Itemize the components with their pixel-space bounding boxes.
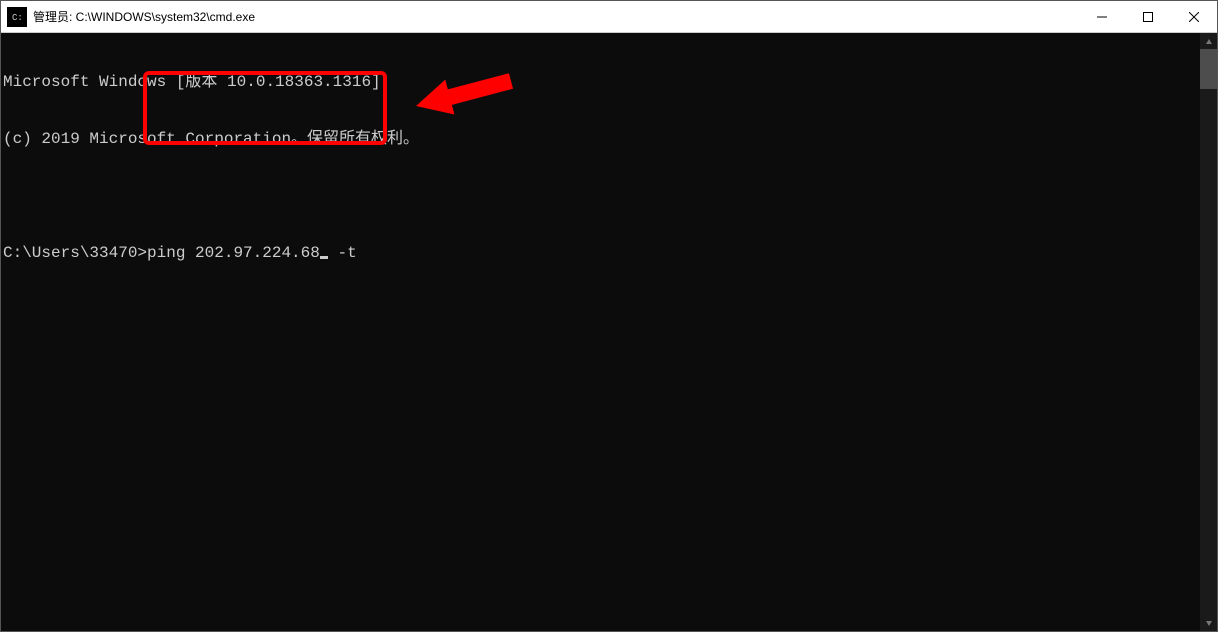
scroll-up-button[interactable] bbox=[1200, 33, 1217, 50]
terminal-area: Microsoft Windows [版本 10.0.18363.1316] (… bbox=[1, 33, 1217, 631]
version-line: Microsoft Windows [版本 10.0.18363.1316] bbox=[3, 73, 1200, 92]
minimize-button[interactable] bbox=[1079, 1, 1125, 32]
maximize-button[interactable] bbox=[1125, 1, 1171, 32]
titlebar[interactable]: C:\ 管理员: C:\WINDOWS\system32\cmd.exe bbox=[1, 1, 1217, 33]
command-text-1: ping 202.97.224.68 bbox=[147, 244, 320, 262]
cmd-icon: C:\ bbox=[7, 7, 27, 27]
prompt-line: C:\Users\33470>ping 202.97.224.68 -t bbox=[3, 244, 1200, 263]
scroll-thumb[interactable] bbox=[1200, 49, 1217, 89]
terminal-output[interactable]: Microsoft Windows [版本 10.0.18363.1316] (… bbox=[1, 33, 1200, 631]
window-title: 管理员: C:\WINDOWS\system32\cmd.exe bbox=[33, 8, 1079, 25]
blank-line bbox=[3, 187, 1200, 206]
command-text-2: -t bbox=[328, 244, 357, 262]
window-controls bbox=[1079, 1, 1217, 32]
scroll-down-button[interactable] bbox=[1200, 614, 1217, 631]
cursor bbox=[320, 256, 328, 259]
close-button[interactable] bbox=[1171, 1, 1217, 32]
prompt-text: C:\Users\33470> bbox=[3, 244, 147, 262]
copyright-line: (c) 2019 Microsoft Corporation。保留所有权利。 bbox=[3, 130, 1200, 149]
vertical-scrollbar[interactable] bbox=[1200, 33, 1217, 631]
cmd-window: C:\ 管理员: C:\WINDOWS\system32\cmd.exe Mic… bbox=[0, 0, 1218, 632]
svg-text:C:\: C:\ bbox=[12, 13, 23, 23]
